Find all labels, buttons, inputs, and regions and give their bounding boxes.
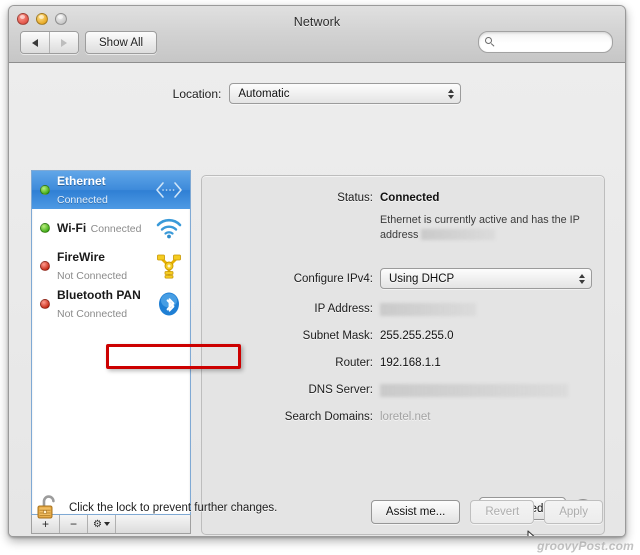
search-domains-value: loretel.net — [380, 411, 431, 423]
status-dot-red — [40, 299, 50, 309]
router-row: Router: 192.168.1.1 — [202, 357, 604, 369]
revert-button: Revert — [470, 500, 535, 524]
location-row: Location: Automatic — [9, 83, 625, 104]
sidebar-item-bluetooth-pan[interactable]: Bluetooth PAN Not Connected — [32, 285, 190, 323]
bluetooth-icon — [154, 291, 184, 317]
service-name: Wi-Fi — [57, 220, 87, 235]
window-title: Network — [293, 15, 341, 29]
window-titlebar: Network Show All — [9, 6, 625, 63]
location-dropdown[interactable]: Automatic — [229, 83, 462, 104]
back-arrow-icon — [32, 38, 38, 47]
subnet-mask-value: 255.255.255.0 — [380, 330, 454, 342]
sidebar-item-ethernet[interactable]: Ethernet Connected — [32, 171, 190, 209]
lock-area[interactable]: Click the lock to prevent further change… — [35, 493, 277, 523]
firewire-icon — [154, 253, 184, 279]
configure-ipv4-dropdown[interactable]: Using DHCP — [380, 268, 592, 289]
lock-message: Click the lock to prevent further change… — [69, 502, 278, 514]
footer-buttons: Assist me... Revert Apply — [370, 500, 603, 524]
status-description: Ethernet is currently active and has the… — [380, 213, 592, 242]
status-label: Status: — [337, 192, 373, 204]
search-icon — [485, 36, 496, 48]
service-status: Not Connected — [57, 308, 128, 320]
ethernet-detail-panel: Status: Connected Ethernet is currently … — [201, 175, 605, 535]
wifi-icon — [154, 215, 184, 241]
back-button[interactable] — [21, 32, 49, 53]
unlocked-padlock-icon[interactable] — [35, 493, 61, 523]
sidebar-item-wifi[interactable]: Wi-Fi Connected — [32, 209, 190, 247]
service-name: FireWire — [57, 249, 105, 264]
window-body: Location: Automatic Ethernet Connected W… — [9, 63, 625, 536]
configure-ipv4-value: Using DHCP — [389, 272, 455, 285]
redacted-ip-address — [421, 229, 496, 241]
ip-address-label: IP Address: — [314, 303, 373, 315]
dns-server-row: DNS Server: — [202, 384, 604, 397]
search-input[interactable] — [499, 35, 603, 49]
dns-server-label: DNS Server: — [308, 384, 373, 396]
configure-ipv4-label: Configure IPv4: — [293, 272, 373, 285]
ethernet-icon — [154, 177, 184, 203]
status-description-row: Ethernet is currently active and has the… — [202, 213, 604, 242]
configure-ipv4-row: Configure IPv4: Using DHCP — [202, 268, 604, 289]
search-domains-row: Search Domains: loretel.net — [202, 411, 604, 423]
service-status: Connected — [90, 222, 142, 235]
status-description-line2: address — [380, 228, 419, 241]
watermark: groovyPost.com — [537, 539, 634, 553]
show-all-button[interactable]: Show All — [85, 31, 158, 54]
apply-button: Apply — [544, 500, 603, 524]
chevron-updown-icon — [579, 273, 585, 284]
service-name: Bluetooth PAN — [57, 287, 141, 302]
location-label: Location: — [172, 86, 222, 101]
status-value: Connected — [380, 192, 440, 204]
router-value: 192.168.1.1 — [380, 357, 441, 369]
status-row: Status: Connected — [202, 192, 604, 204]
location-value: Automatic — [238, 87, 290, 100]
redacted-ip-address-value — [380, 303, 476, 316]
status-dot-green — [40, 223, 50, 233]
status-dot-red — [40, 261, 50, 271]
navigation-buttons — [20, 31, 79, 54]
subnet-mask-row: Subnet Mask: 255.255.255.0 — [202, 330, 604, 342]
forward-button[interactable] — [49, 32, 78, 53]
service-name: Ethernet — [57, 173, 106, 188]
ip-address-row: IP Address: — [202, 303, 604, 316]
forward-arrow-icon — [61, 38, 67, 47]
chevron-updown-icon — [448, 88, 455, 99]
status-description-line1: Ethernet is currently active and has the… — [380, 214, 580, 226]
status-dot-green — [40, 185, 50, 195]
search-domains-label: Search Domains: — [284, 411, 373, 423]
assist-me-button[interactable]: Assist me... — [370, 500, 461, 524]
search-field[interactable] — [478, 31, 613, 53]
network-services-list[interactable]: Ethernet Connected Wi-Fi Connected FireW… — [31, 170, 191, 515]
service-status: Not Connected — [57, 270, 128, 282]
subnet-mask-label: Subnet Mask: — [302, 330, 373, 342]
router-label: Router: — [335, 357, 373, 369]
service-status: Connected — [57, 194, 108, 206]
network-preferences-window: Network Show All Location: Automatic Eth… — [8, 5, 626, 537]
sidebar-item-firewire[interactable]: FireWire Not Connected — [32, 247, 190, 285]
redacted-dns-value — [380, 384, 568, 397]
